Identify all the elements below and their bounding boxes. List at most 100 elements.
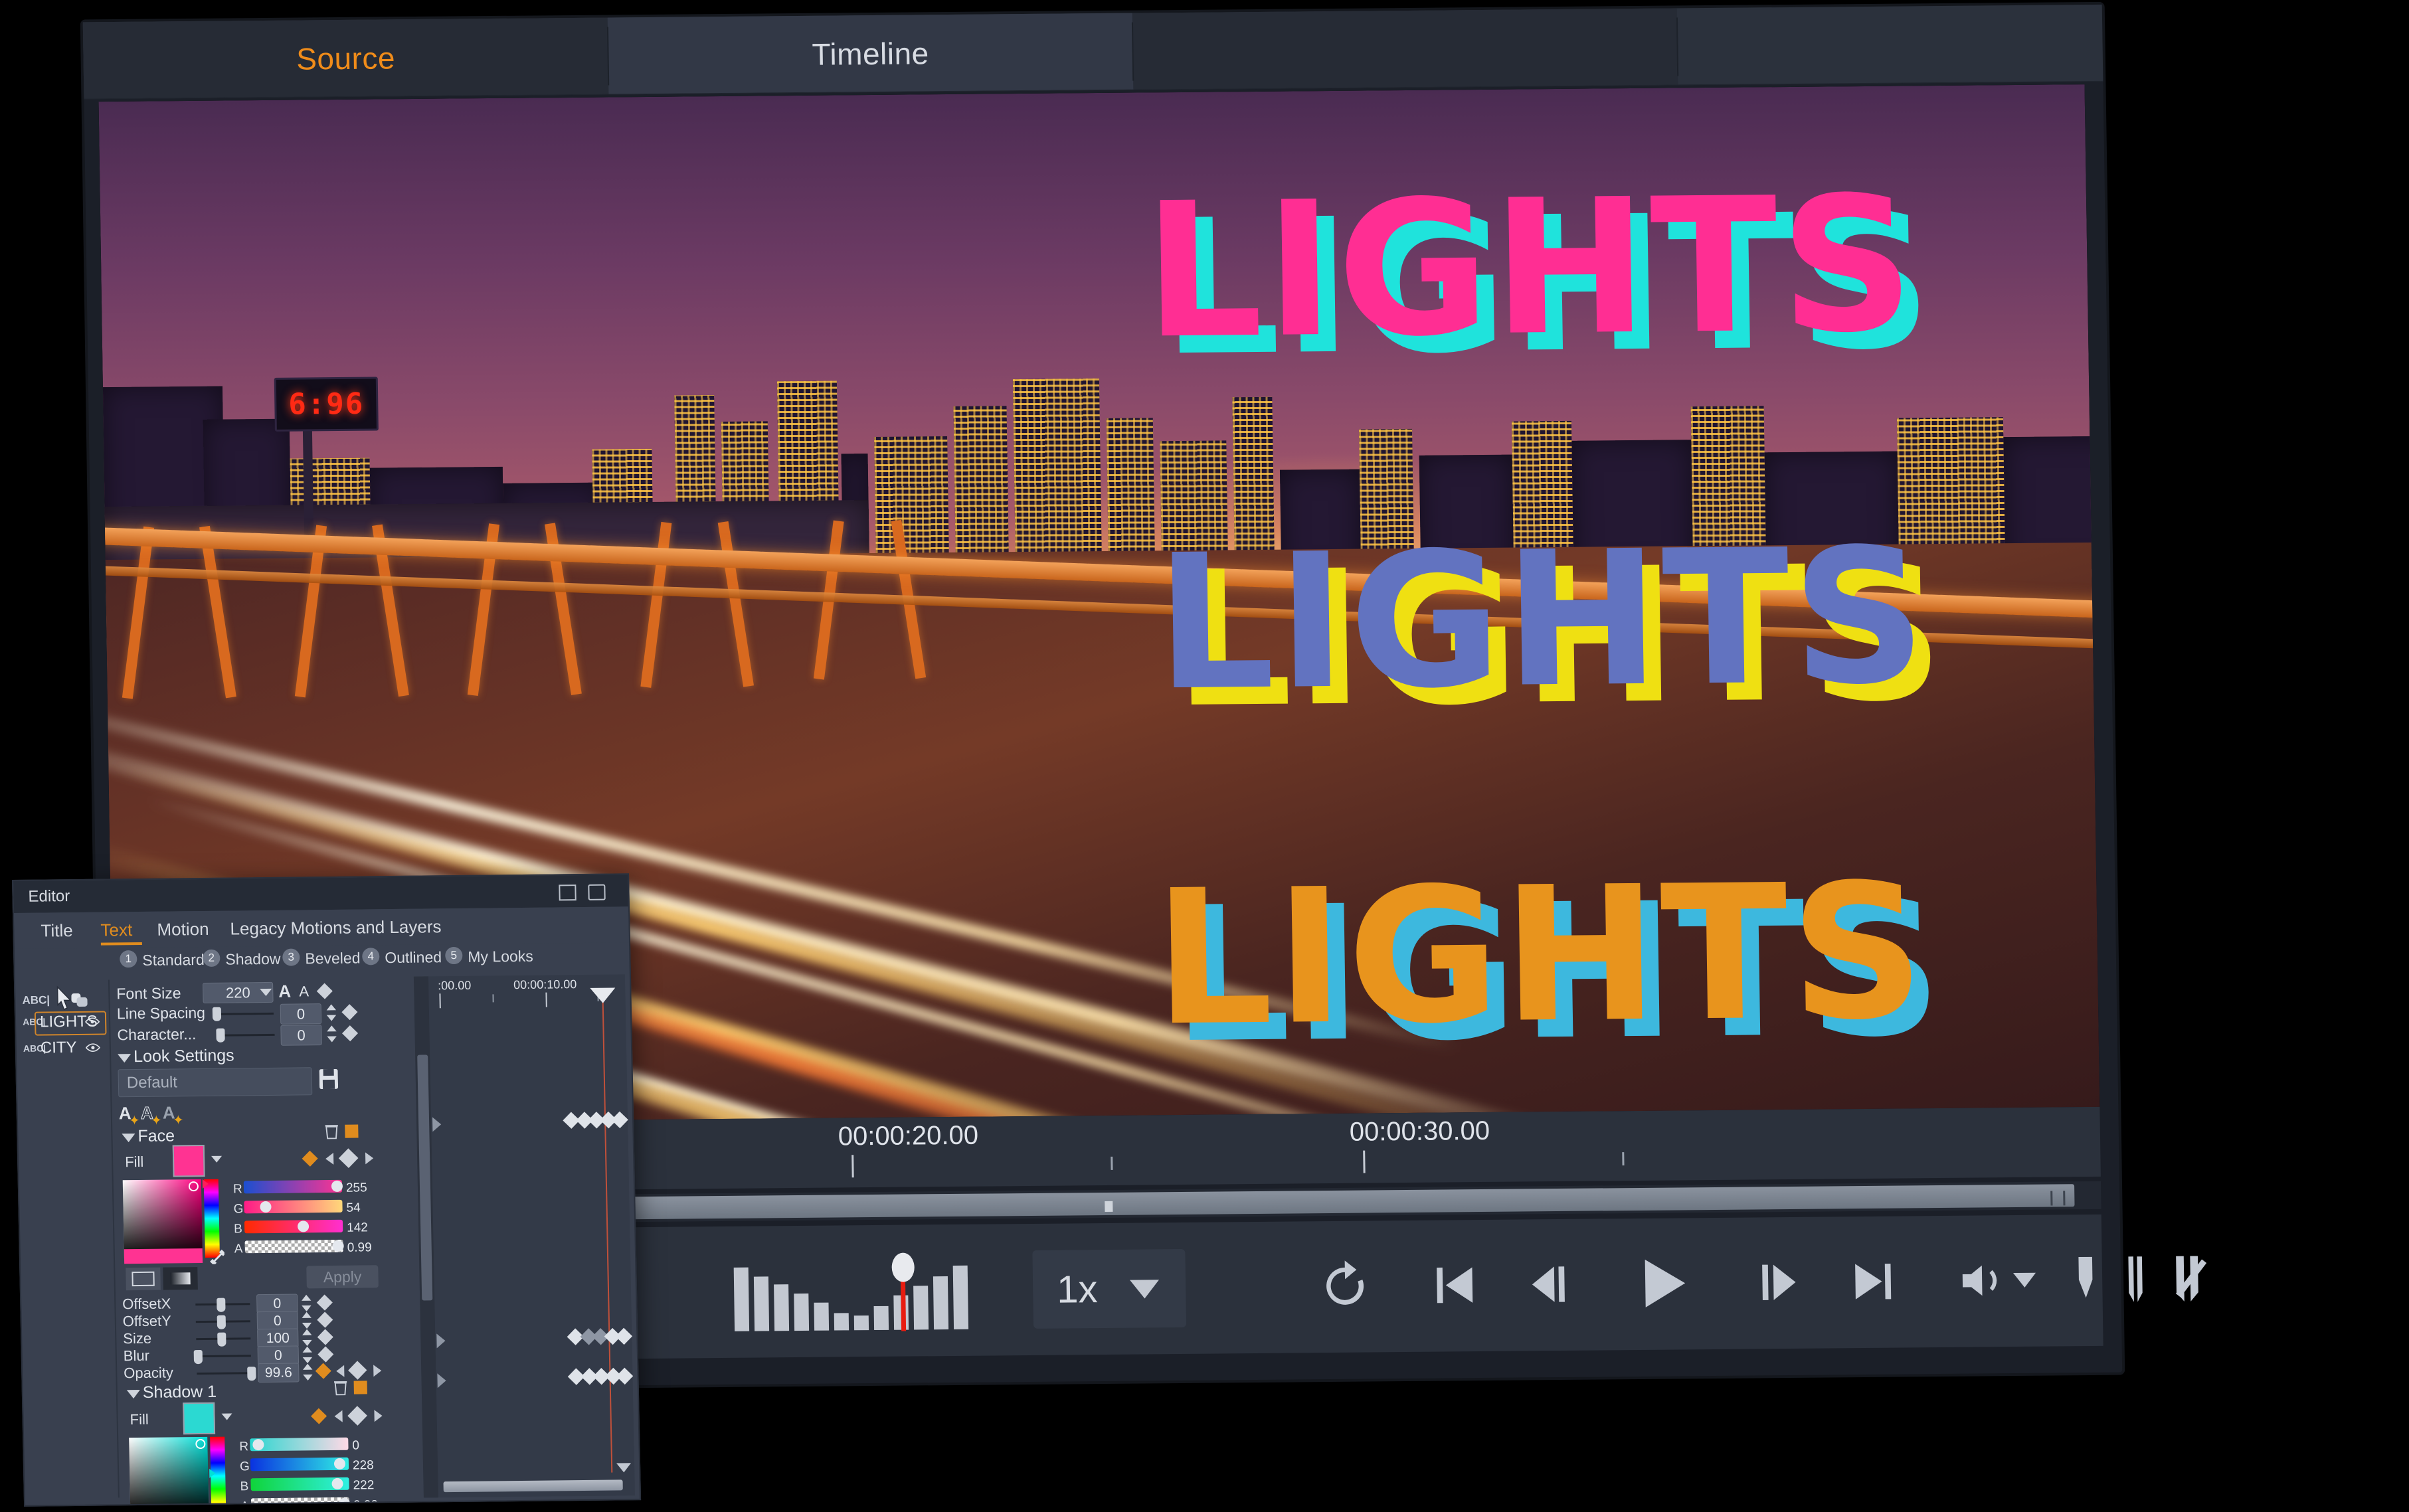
opacity-slider-track[interactable] — [197, 1372, 252, 1375]
mark-in-button[interactable] — [2065, 1240, 2106, 1320]
tab-motion[interactable]: Motion — [157, 919, 209, 940]
shadow-r-knob[interactable] — [252, 1439, 264, 1451]
loop-button[interactable] — [1304, 1246, 1385, 1326]
keyframe-playhead-handle[interactable] — [590, 987, 616, 1003]
increase-font-icon[interactable]: A — [278, 981, 291, 1002]
character-spacing-slider-knob[interactable] — [216, 1028, 225, 1043]
spinner-icon[interactable] — [300, 1294, 312, 1311]
face-b-knob[interactable] — [297, 1220, 310, 1232]
face-r-knob[interactable] — [331, 1180, 343, 1192]
opacity-slider-knob[interactable] — [247, 1367, 256, 1381]
keyframe-diamond[interactable] — [317, 1346, 334, 1363]
keyframe-marker[interactable] — [615, 1327, 633, 1345]
chevron-down-icon[interactable] — [260, 988, 272, 997]
line-spacing-slider-knob[interactable] — [212, 1007, 222, 1021]
keyframe-active-diamond[interactable] — [315, 1363, 331, 1379]
face-apply-button[interactable]: Apply — [306, 1265, 379, 1289]
go-to-end-button[interactable] — [1836, 1241, 1910, 1321]
spinner-icon[interactable] — [325, 1004, 337, 1021]
character-spacing-slider-track[interactable] — [219, 1033, 275, 1037]
step-label-outlined[interactable]: Outlined — [385, 948, 442, 967]
delete-face-icon[interactable] — [325, 1124, 338, 1139]
step-forward-button[interactable] — [1736, 1242, 1811, 1323]
audio-meter[interactable] — [733, 1252, 994, 1331]
keyframe-diamond[interactable] — [316, 983, 333, 999]
size-slider-knob[interactable] — [217, 1332, 226, 1347]
keyframe-timeline-panel[interactable]: :00.00 00:00:10.00 — [413, 974, 635, 1498]
delete-shadow-icon[interactable] — [333, 1380, 347, 1396]
tab-timeline[interactable]: Timeline — [607, 13, 1134, 94]
spinner-icon[interactable] — [302, 1346, 313, 1363]
offsety-slider-knob[interactable] — [217, 1315, 226, 1329]
blur-slider-knob[interactable] — [193, 1350, 203, 1365]
save-look-icon[interactable] — [319, 1068, 339, 1090]
keyframe-row-expander[interactable] — [432, 1117, 442, 1132]
tab-title[interactable]: Title — [41, 920, 73, 941]
keyframe-row-expander[interactable] — [436, 1333, 446, 1349]
shadow-collapse-icon[interactable] — [126, 1389, 141, 1399]
spinner-icon[interactable] — [301, 1329, 313, 1346]
gradient-fill-mode-button[interactable] — [163, 1267, 198, 1290]
keyframe-vertical-scrollbar[interactable] — [413, 976, 438, 1498]
eye-visibility-icon[interactable] — [85, 1043, 100, 1052]
volume-button[interactable] — [1949, 1240, 2043, 1321]
keyframe-marker[interactable] — [616, 1367, 634, 1385]
next-keyframe-icon[interactable] — [374, 1410, 383, 1422]
keyframe-diamond[interactable] — [347, 1406, 367, 1426]
step-label-beveled[interactable]: Beveled — [305, 950, 361, 968]
scroll-down-icon[interactable] — [616, 1463, 632, 1473]
previous-keyframe-icon[interactable] — [325, 1152, 334, 1165]
face-g-knob[interactable] — [260, 1201, 272, 1213]
step-number[interactable]: 4 — [362, 948, 380, 966]
mark-out-button[interactable] — [2115, 1239, 2156, 1319]
editor-panel[interactable]: Editor Title Text Motion Legacy Motions … — [12, 873, 642, 1507]
keyframe-marker[interactable] — [611, 1111, 628, 1129]
chevron-down-icon[interactable] — [221, 1413, 232, 1420]
keyframe-diamond[interactable] — [317, 1311, 333, 1328]
shadow-enabled-toggle[interactable] — [353, 1381, 367, 1394]
keyframe-diamond[interactable] — [348, 1361, 367, 1380]
look-settings-collapse-icon[interactable] — [118, 1054, 132, 1063]
keyframe-active-diamond[interactable] — [311, 1408, 327, 1424]
detach-window-icon[interactable] — [588, 884, 606, 900]
duplicate-layer-icon[interactable] — [71, 993, 88, 1008]
chevron-down-icon[interactable] — [211, 1155, 223, 1163]
keyframe-row-expander[interactable] — [437, 1373, 446, 1388]
keyframe-diamond[interactable] — [341, 1004, 358, 1021]
keyframe-diamond[interactable] — [338, 1148, 359, 1169]
line-spacing-slider-track[interactable] — [215, 1012, 274, 1015]
audio-meter-handle[interactable] — [891, 1252, 915, 1282]
previous-keyframe-icon[interactable] — [334, 1410, 343, 1422]
shadow-b-knob[interactable] — [331, 1477, 343, 1489]
face-saturation-value-picker[interactable] — [122, 1179, 203, 1259]
restore-window-icon[interactable] — [559, 884, 577, 901]
face-a-slider[interactable] — [244, 1239, 343, 1254]
face-a-knob[interactable] — [332, 1240, 344, 1252]
step-number[interactable]: 2 — [203, 949, 221, 967]
shadow-r-slider[interactable] — [250, 1437, 349, 1452]
step-label-shadow[interactable]: Shadow — [225, 950, 281, 969]
keyframe-diamond[interactable] — [316, 1294, 333, 1311]
tab-text[interactable]: Text — [100, 920, 132, 940]
spinner-icon[interactable] — [325, 1025, 337, 1043]
text-layer-list[interactable]: ABC| ABC| LIGHTS ABC| CITY — [15, 981, 111, 1114]
keyframe-diamond[interactable] — [317, 1329, 333, 1345]
look-preset-input[interactable]: Default — [118, 1067, 313, 1098]
opacity-input[interactable]: 99.6 — [258, 1363, 300, 1383]
decrease-font-icon[interactable]: A — [299, 983, 309, 1000]
play-button[interactable] — [1620, 1243, 1708, 1323]
tab-legacy-motions-and-layers[interactable]: Legacy Motions and Layers — [230, 916, 442, 939]
offsetx-slider-knob[interactable] — [217, 1298, 226, 1312]
clear-marks-button[interactable] — [2165, 1238, 2215, 1319]
spinner-icon[interactable] — [301, 1311, 313, 1329]
tab-source[interactable]: Source — [82, 17, 609, 99]
next-keyframe-icon[interactable] — [365, 1152, 374, 1165]
step-number[interactable]: 1 — [120, 950, 137, 968]
step-label-standard[interactable]: Standard — [142, 951, 205, 969]
line-spacing-input[interactable]: 0 — [280, 1003, 322, 1025]
eye-visibility-icon[interactable] — [85, 1017, 100, 1027]
step-number[interactable]: 5 — [445, 946, 463, 965]
solid-fill-mode-button[interactable] — [126, 1267, 161, 1291]
face-hue-bar[interactable] — [203, 1179, 220, 1258]
face-r-slider[interactable] — [243, 1179, 343, 1194]
